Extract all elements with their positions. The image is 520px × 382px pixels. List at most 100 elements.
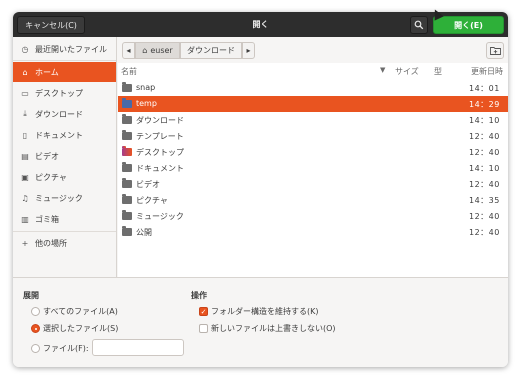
sidebar-item-pictures[interactable]: ▣ ピクチャ [13, 167, 116, 187]
sidebar-item-label: ホーム [35, 67, 59, 77]
file-row-selected[interactable]: temp 14：29 [118, 96, 508, 112]
path-segment-label: ダウンロード [187, 46, 235, 55]
all-files-radio[interactable]: すべてのファイル(A) [31, 306, 118, 317]
sidebar-item-label: ピクチャ [35, 172, 67, 182]
checkbox-label: 新しいファイルは上書きしない(O) [211, 324, 336, 333]
radio-button[interactable] [31, 344, 40, 353]
sidebar-item-videos[interactable]: ▤ ビデオ [13, 146, 116, 166]
search-button[interactable] [410, 16, 428, 34]
sidebar-item-label: ミュージック [35, 193, 83, 203]
column-modified[interactable]: 更新日時 [471, 66, 503, 77]
path-segment-home[interactable]: ⌂ euser [135, 42, 180, 59]
sidebar-item-documents[interactable]: ▯ ドキュメント [13, 125, 116, 145]
file-row[interactable]: デスクトップ 12：40 [118, 144, 508, 160]
path-bar: ◂ ⌂ euser ダウンロード ▸ [118, 37, 508, 63]
plus-icon: + [21, 238, 29, 248]
trash-icon: ▥ [21, 214, 29, 224]
path-scroll-left-button[interactable]: ◂ [122, 42, 135, 59]
sort-arrow-icon: ▼ [380, 66, 386, 74]
sidebar-item-music[interactable]: ♫ ミュージック [13, 188, 116, 208]
file-row[interactable]: ピクチャ 14：35 [118, 192, 508, 208]
file-name: ダウンロード [136, 116, 184, 125]
no-overwrite-checkbox[interactable]: 新しいファイルは上書きしない(O) [199, 323, 336, 334]
sidebar-item-other-locations[interactable]: + 他の場所 [13, 233, 116, 253]
sidebar-divider [13, 60, 116, 61]
file-modified: 14：29 [469, 100, 500, 109]
sidebar-item-label: ドキュメント [35, 130, 83, 140]
file-row[interactable]: ビデオ 12：40 [118, 176, 508, 192]
open-button[interactable]: 開く(E) [433, 16, 504, 34]
checkbox[interactable] [199, 324, 208, 333]
file-row[interactable]: ミュージック 12：40 [118, 208, 508, 224]
file-modified: 12：40 [469, 180, 500, 189]
sidebar-item-trash[interactable]: ▥ ゴミ箱 [13, 209, 116, 229]
sidebar-divider [13, 231, 116, 232]
folder-icon [122, 130, 132, 140]
file-list: 名前 ▼ サイズ 型 更新日時 snap 14：01 temp 14：29 ダウ… [118, 63, 508, 277]
options-panel: 展開 すべてのファイル(A) 選択したファイル(S) ファイル(F): 操作 ✓… [13, 277, 508, 367]
sidebar-item-desktop[interactable]: ▭ デスクトップ [13, 83, 116, 103]
column-size[interactable]: サイズ [395, 66, 419, 77]
music-icon: ♫ [21, 193, 29, 203]
path-segment-label: euser [150, 46, 173, 55]
radio-button[interactable] [31, 307, 40, 316]
column-type[interactable]: 型 [434, 66, 442, 77]
path-scroll-right-button[interactable]: ▸ [242, 42, 255, 59]
keep-structure-checkbox[interactable]: ✓ フォルダー構造を維持する(K) [199, 306, 319, 317]
file-modified: 14：01 [469, 84, 500, 93]
picture-icon: ▣ [21, 172, 29, 182]
folder-icon [122, 98, 132, 108]
file-row[interactable]: テンプレート 12：40 [118, 128, 508, 144]
sidebar-item-home[interactable]: ⌂ ホーム [13, 62, 116, 82]
file-row[interactable]: ドキュメント 14：10 [118, 160, 508, 176]
sidebar-item-downloads[interactable]: ⤓ ダウンロード [13, 104, 116, 124]
sidebar-item-recent[interactable]: ◷ 最近開いたファイル [13, 39, 116, 59]
column-name[interactable]: 名前 [121, 66, 137, 77]
file-name: temp [136, 99, 157, 108]
sidebar-item-label: デスクトップ [35, 88, 83, 98]
file-name: ドキュメント [136, 164, 184, 173]
folder-icon [122, 162, 132, 172]
sidebar-item-label: ダウンロード [35, 109, 83, 119]
file-modified: 12：40 [469, 148, 500, 157]
file-name: デスクトップ [136, 148, 184, 157]
desktop-icon: ▭ [21, 88, 29, 98]
new-folder-icon [489, 47, 501, 55]
radio-label: すべてのファイル(A) [43, 307, 118, 316]
new-folder-button[interactable] [486, 42, 504, 59]
files-pattern-radio[interactable]: ファイル(F): [31, 343, 89, 354]
folder-icon [122, 82, 132, 92]
folder-icon [122, 194, 132, 204]
checkbox-label: フォルダー構造を維持する(K) [211, 307, 319, 316]
radio-button-selected[interactable] [31, 324, 40, 333]
radio-label: 選択したファイル(S) [43, 324, 119, 333]
places-sidebar: ◷ 最近開いたファイル ⌂ ホーム ▭ デスクトップ ⤓ ダウンロード ▯ ドキ… [13, 37, 117, 277]
path-segment-downloads[interactable]: ダウンロード [180, 42, 242, 59]
clock-icon: ◷ [21, 44, 29, 54]
sidebar-item-label: ゴミ箱 [35, 214, 59, 224]
file-row[interactable]: snap 14：01 [118, 80, 508, 96]
files-pattern-input[interactable] [92, 339, 184, 356]
file-modified: 14：10 [469, 116, 500, 125]
file-row[interactable]: 公開 12：40 [118, 224, 508, 240]
desktop-folder-icon [122, 146, 132, 156]
file-name: 公開 [136, 228, 152, 237]
chevron-right-icon: ▸ [246, 46, 251, 55]
folder-icon [122, 226, 132, 236]
file-name: ミュージック [136, 212, 184, 221]
file-modified: 14：10 [469, 164, 500, 173]
extract-group-label: 展開 [23, 291, 39, 300]
file-name: テンプレート [136, 132, 184, 141]
file-chooser-dialog: 開く キャンセル(C) 開く(E) ◷ 最近開いたファイル ⌂ ホーム ▭ デス… [13, 12, 508, 367]
selected-files-radio[interactable]: 選択したファイル(S) [31, 323, 118, 334]
folder-icon [122, 210, 132, 220]
cancel-button[interactable]: キャンセル(C) [17, 16, 85, 34]
video-icon: ▤ [21, 151, 29, 161]
search-icon [414, 20, 424, 30]
radio-label: ファイル(F): [43, 344, 89, 353]
file-row[interactable]: ダウンロード 14：10 [118, 112, 508, 128]
file-modified: 12：40 [469, 212, 500, 221]
file-name: snap [136, 83, 156, 92]
checkbox-checked[interactable]: ✓ [199, 307, 208, 316]
operation-group-label: 操作 [191, 291, 207, 300]
